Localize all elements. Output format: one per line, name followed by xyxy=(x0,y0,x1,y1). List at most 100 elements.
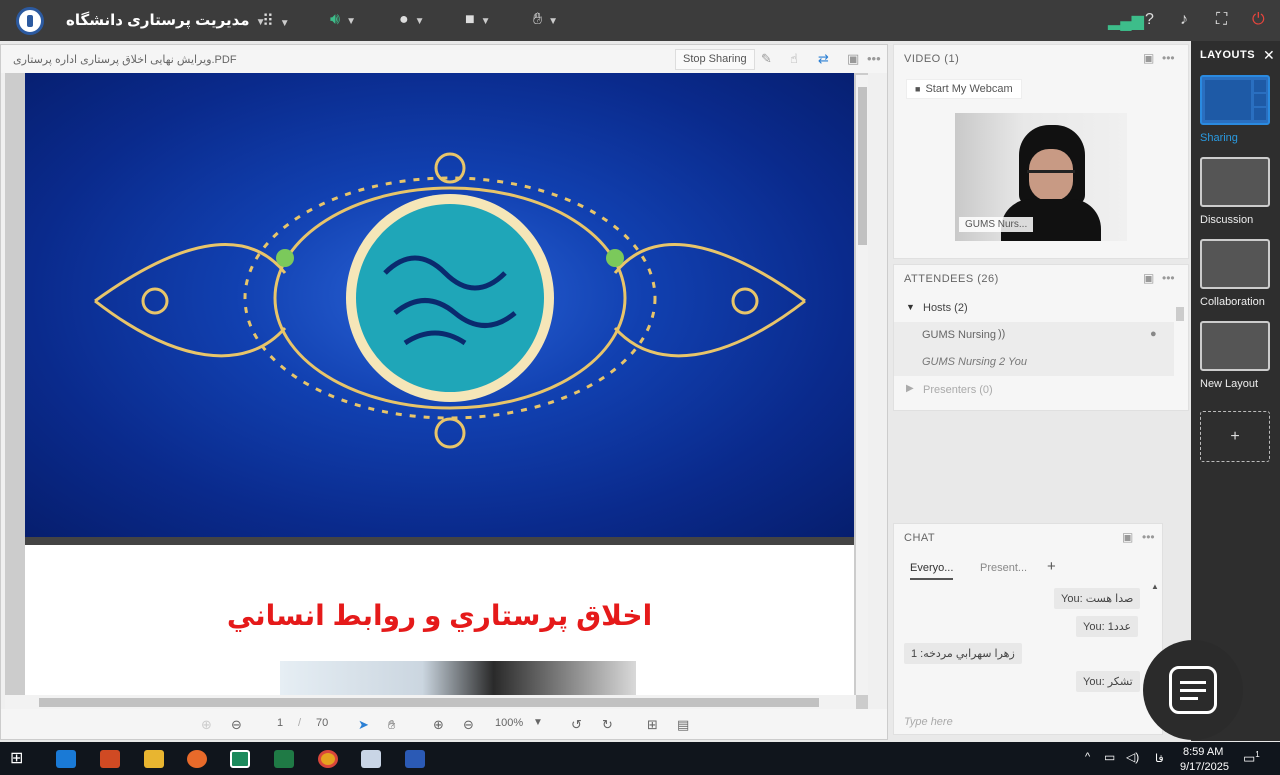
chevron-down-icon: ▼ xyxy=(906,302,915,312)
powerpoint-icon[interactable] xyxy=(100,750,120,768)
chat-message: You: تشکر xyxy=(1076,671,1140,692)
more-options-icon[interactable]: ••• xyxy=(1162,51,1175,65)
layout-label[interactable]: Collaboration xyxy=(1200,296,1265,308)
zoom-in-icon[interactable]: ⊕ xyxy=(433,717,444,733)
scroll-up-icon[interactable]: ▲ xyxy=(1151,582,1159,591)
chat-input[interactable]: Type here xyxy=(904,716,953,728)
windows-icon[interactable]: ⊞ xyxy=(10,748,23,768)
chat-message: You: عدد1 xyxy=(1076,616,1139,637)
layout-label[interactable]: Sharing xyxy=(1200,132,1238,144)
hand-tool-icon[interactable]: ✋︎ xyxy=(388,717,395,733)
hosts-group[interactable]: ▼ Hosts (2) xyxy=(894,295,1174,322)
chat-message: زهرا سهرابي مردخه: 1 xyxy=(904,643,1022,664)
word-icon[interactable] xyxy=(405,750,425,768)
maximize-icon[interactable]: ▣ xyxy=(847,51,859,67)
speaking-icon: )) xyxy=(998,328,1006,340)
chevron-right-icon: ▶ xyxy=(906,383,914,394)
horizontal-scrollbar[interactable] xyxy=(5,695,856,709)
chat-message: You: صدا هست xyxy=(1054,588,1141,609)
mic-icon[interactable]: ● ▼ xyxy=(399,11,425,29)
slide-title: اخلاق پرستاري و روابط انساني xyxy=(226,600,653,631)
layout-discussion-thumbnail[interactable] xyxy=(1200,157,1270,207)
bell-icon[interactable]: ♪ xyxy=(1180,11,1188,29)
attendee-row[interactable]: GUMS Nursing )) ● xyxy=(894,322,1174,349)
add-chat-tab-button[interactable]: + xyxy=(1047,558,1056,575)
attendees-pod: ATTENDEES (26) ▣ ••• ▼ Hosts (2) GUMS Nu… xyxy=(893,264,1189,411)
save-icon[interactable]: ▤ xyxy=(677,717,689,733)
more-options-icon[interactable]: ••• xyxy=(1162,271,1175,285)
layouts-panel: LAYOUTS ✕ Sharing Discussion Collaborati… xyxy=(1191,41,1280,741)
network-icon[interactable]: ▭ xyxy=(1104,750,1115,764)
help-icon[interactable]: ? xyxy=(1145,11,1154,29)
pointer-hand-icon[interactable]: ☝ xyxy=(790,51,798,67)
scan-text-icon xyxy=(1169,666,1217,714)
chat-pod: CHAT ▣ ••• Everyo... Present... + You: ص… xyxy=(893,523,1163,735)
attendee-row[interactable]: GUMS Nursing 2 You xyxy=(894,349,1174,376)
add-layout-button[interactable]: + xyxy=(1200,411,1270,462)
chevron-up-icon[interactable]: ^ xyxy=(1085,751,1090,763)
meeting-title[interactable]: مدیریت پرستاری دانشگاه ▼ xyxy=(66,11,265,29)
rotate-left-icon[interactable]: ↺ xyxy=(571,717,582,733)
previous-page-icon[interactable]: ⊕ xyxy=(201,717,212,733)
sync-icon[interactable]: ⇄ xyxy=(818,51,829,67)
maximize-icon[interactable]: ▣ xyxy=(1122,530,1133,544)
input-language[interactable]: فا xyxy=(1155,752,1164,765)
share-pod-header: ویرایش نهایی اخلاق پرستاری اداره پرستاری… xyxy=(1,45,887,73)
zoom-out-icon[interactable]: ⊖ xyxy=(463,717,474,733)
document-name: ویرایش نهایی اخلاق پرستاری اداره پرستاری… xyxy=(13,54,237,66)
clock-time[interactable]: 8:59 AM xyxy=(1183,746,1223,758)
layout-label[interactable]: Discussion xyxy=(1200,214,1253,226)
clock-date[interactable]: 9/17/2025 xyxy=(1180,761,1229,773)
chat-tab-everyone[interactable]: Everyo... xyxy=(910,562,954,580)
attendees-pod-title: ATTENDEES (26) xyxy=(904,273,999,285)
excel-icon[interactable] xyxy=(274,750,294,768)
presenters-group[interactable]: ▶ Presenters (0) xyxy=(894,377,1174,404)
hand-icon[interactable]: ✋︎ ▼ xyxy=(533,11,558,29)
rotate-right-icon[interactable]: ↻ xyxy=(602,717,613,733)
participant-video[interactable]: GUMS Nurs... xyxy=(955,113,1127,241)
speaker-icon[interactable]: 🔊︎ ▼ xyxy=(330,11,356,29)
volume-icon[interactable]: ◁) xyxy=(1126,750,1139,764)
document-viewer[interactable]: اخلاق پرستاري و روابط انساني xyxy=(5,73,868,709)
calligraphy-ornament-image xyxy=(94,152,806,449)
attendees-scrollbar[interactable] xyxy=(1176,307,1184,321)
zoom-level[interactable]: 100% xyxy=(495,717,523,729)
zoom-chevron-down-icon[interactable]: ▼ xyxy=(533,717,543,728)
select-tool-icon[interactable]: ➤ xyxy=(358,717,369,733)
layout-sharing-thumbnail[interactable] xyxy=(1200,75,1270,125)
video-pod-title: VIDEO (1) xyxy=(904,53,960,65)
paint-icon[interactable] xyxy=(361,750,381,768)
layout-new-thumbnail[interactable] xyxy=(1200,321,1270,371)
stop-sharing-button[interactable]: Stop Sharing xyxy=(675,49,755,70)
layout-collaboration-thumbnail[interactable] xyxy=(1200,239,1270,289)
grid-icon[interactable]: ⠿ ▼ xyxy=(262,11,290,31)
edge-icon[interactable] xyxy=(56,750,76,768)
page-number-input[interactable]: 1 xyxy=(277,717,283,729)
power-icon[interactable]: ⏻ xyxy=(1252,11,1265,29)
adobe-connect-icon[interactable] xyxy=(230,750,250,768)
close-icon[interactable]: ✕ xyxy=(1263,47,1275,64)
camera-icon[interactable]: ■ ▼ xyxy=(465,11,491,29)
more-options-icon[interactable]: ••• xyxy=(867,51,881,66)
more-options-icon[interactable]: ••• xyxy=(1142,530,1155,544)
fullscreen-icon[interactable]: ⛶ xyxy=(1216,11,1227,29)
notification-icon[interactable]: ▭1 xyxy=(1243,750,1260,766)
maximize-icon[interactable]: ▣ xyxy=(1143,51,1154,65)
page-separator xyxy=(25,537,854,545)
chrome-icon[interactable] xyxy=(318,750,338,768)
next-page-icon[interactable]: ⊖ xyxy=(231,717,242,733)
chat-tab-presenters[interactable]: Present... xyxy=(980,562,1027,574)
maximize-icon[interactable]: ▣ xyxy=(1143,271,1154,285)
fit-page-icon[interactable]: ⊞ xyxy=(647,717,658,733)
layout-label[interactable]: New Layout xyxy=(1200,378,1258,390)
vertical-scrollbar[interactable] xyxy=(856,75,868,695)
firefox-icon[interactable] xyxy=(187,750,207,768)
screen-scan-button[interactable] xyxy=(1143,640,1243,740)
layouts-title: LAYOUTS xyxy=(1200,49,1256,61)
signal-icon: ▂▄▆ xyxy=(1108,13,1144,30)
page-separator-text: / xyxy=(298,717,302,729)
document-toolbar: ⊕ ⊖ 1 / 70 ➤ ✋︎ ⊕ ⊖ 100% ▼ ↺ ↻ ⊞ ▤ xyxy=(1,709,887,739)
pen-icon[interactable]: ✎ xyxy=(761,51,772,67)
explorer-icon[interactable] xyxy=(144,750,164,768)
start-webcam-button[interactable]: ■ Start My Webcam xyxy=(906,79,1022,99)
